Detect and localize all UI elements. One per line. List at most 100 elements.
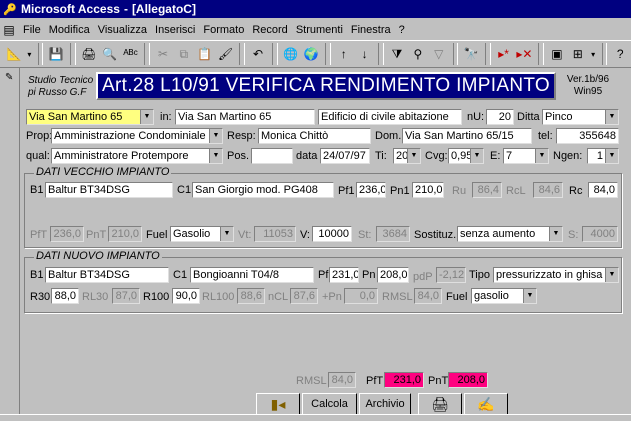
menu-inserisci[interactable]: Inserisci — [155, 24, 195, 36]
new-tipo-combo[interactable]: pressurizzato in ghisa ▼ — [493, 267, 619, 283]
new-record-icon[interactable]: ▸* — [494, 43, 514, 65]
data-field[interactable]: 24/07/97 — [320, 148, 370, 164]
old-b1-field[interactable]: Baltur BT34DSG — [45, 182, 173, 198]
form-icon[interactable]: ▤ — [0, 19, 18, 41]
chevron-down-icon: ▼ — [535, 149, 548, 163]
resp-field[interactable]: Monica Chittò — [258, 128, 371, 144]
delete-record-icon[interactable]: ▸✕ — [515, 43, 535, 65]
new-pdp-label: pdP — [413, 271, 433, 283]
nu-field[interactable]: 20 — [486, 109, 514, 125]
apply-filter-icon[interactable]: ▽ — [429, 43, 449, 65]
old-pn1-field[interactable]: 210,0 — [412, 182, 444, 198]
menu-modifica[interactable]: Modifica — [49, 24, 90, 36]
archivio-button[interactable]: Archivio — [359, 393, 411, 415]
format-painter-icon[interactable]: 🖌 — [216, 43, 236, 65]
menu-strumenti[interactable]: Strumenti — [296, 24, 343, 36]
paste-icon[interactable]: 📋 — [195, 43, 215, 65]
cvg-combo[interactable]: 0,95 ▼ — [448, 148, 484, 164]
new-pdp-field: -2,12 — [436, 267, 466, 283]
chevron-down-icon: ▼ — [549, 227, 562, 241]
ditta-combo[interactable]: Pinco ▼ — [542, 109, 619, 125]
new-c1-field[interactable]: Bongioanni T04/8 — [190, 267, 314, 283]
print-button[interactable]: 🖨 — [418, 393, 462, 415]
new-plant-group — [24, 257, 622, 313]
database-window-icon[interactable]: ▣ — [547, 43, 567, 65]
old-ru-label: Ru — [452, 185, 467, 197]
old-sostituz-combo[interactable]: senza aumento ▼ — [457, 226, 563, 242]
in-field[interactable]: Via San Martino 65 — [175, 109, 315, 125]
chevron-down-icon[interactable]: ▾ — [589, 43, 598, 65]
ti-combo[interactable]: 20 ▼ — [393, 148, 421, 164]
ngen-combo[interactable]: 1 ▼ — [587, 148, 619, 164]
resp-label: Resp: — [227, 130, 256, 142]
spelling-icon[interactable]: ᴬᴮᶜ — [121, 43, 141, 65]
menu-finestra[interactable]: Finestra — [351, 24, 391, 36]
new-tipo-label: Tipo — [469, 269, 490, 281]
chevron-down-icon: ▼ — [470, 149, 483, 163]
qual-combo[interactable]: Amministratore Protempore ▼ — [51, 148, 223, 164]
old-pf1-field[interactable]: 236,0 — [356, 182, 386, 198]
bottom-pft-field: 231,0 — [384, 372, 424, 388]
menu-record[interactable]: Record — [252, 24, 287, 36]
old-v-field[interactable]: 10000 — [312, 226, 352, 242]
in-label: in: — [160, 111, 172, 123]
new-fuel-combo[interactable]: gasolio ▼ — [471, 288, 537, 304]
old-vt-label: Vt: — [238, 229, 252, 241]
old-rcl-field: 84,6 — [533, 182, 563, 198]
address-combo[interactable]: Via San Martino 65 ▼ — [26, 109, 154, 125]
old-rc-field[interactable]: 84,0 — [588, 182, 618, 198]
cut-icon[interactable]: ✂ — [153, 43, 173, 65]
web-toolbar-icon[interactable]: 🌍 — [301, 43, 321, 65]
copy-icon[interactable]: ⧉ — [174, 43, 194, 65]
calcola-button[interactable]: Calcola — [302, 393, 357, 415]
menu-formato[interactable]: Formato — [203, 24, 244, 36]
old-fuel-combo[interactable]: Gasolio ▼ — [170, 226, 234, 242]
report-button[interactable]: ✍ — [464, 393, 508, 415]
studio-label: Studio Tecnico pi Russo G.F — [28, 75, 94, 98]
filter-selection-icon[interactable]: ⧩ — [387, 43, 407, 65]
help-icon[interactable]: ? — [610, 43, 630, 65]
find-icon[interactable]: 🔭 — [461, 43, 481, 65]
prop-combo[interactable]: Amministrazione Condominiale ▼ — [51, 128, 223, 144]
toolbar: 📐 ▾ 💾 🖨 🔍 ᴬᴮᶜ ✂ ⧉ 📋 🖌 ↶ 🌐 🌍 ↑ ↓ ⧩ ⚲ ▽ 🔭 … — [0, 40, 631, 68]
exit-button[interactable]: ▮◂ — [256, 393, 300, 415]
chevron-down-icon: ▼ — [140, 110, 153, 124]
hyperlink-icon[interactable]: 🌐 — [281, 43, 301, 65]
pos-field[interactable] — [251, 148, 293, 164]
ti-label: Ti: — [375, 150, 387, 162]
menu-help[interactable]: ? — [399, 24, 405, 36]
form-title: Art.28 L10/91 VERIFICA RENDIMENTO IMPIAN… — [96, 72, 556, 100]
dom-field[interactable]: Via San Martino 65/15 — [402, 128, 532, 144]
old-st-label: St: — [358, 229, 372, 241]
sort-ascending-icon[interactable]: ↑ — [334, 43, 354, 65]
new-pf-field[interactable]: 231,0 — [329, 267, 359, 283]
print-icon[interactable]: 🖨 — [79, 43, 99, 65]
menu-visualizza[interactable]: Visualizza — [98, 24, 147, 36]
description-field[interactable]: Edificio di civile abitazione — [318, 109, 462, 125]
chevron-down-icon[interactable]: ▾ — [25, 43, 34, 65]
record-selector[interactable]: ✎ — [0, 68, 20, 414]
ngen-label: Ngen: — [553, 150, 583, 162]
menu-file[interactable]: File — [23, 24, 41, 36]
chevron-down-icon: ▼ — [523, 289, 536, 303]
new-object-icon[interactable]: ⊞ — [568, 43, 588, 65]
filter-form-icon[interactable]: ⚲ — [408, 43, 428, 65]
chevron-down-icon: ▼ — [209, 149, 222, 163]
e-combo[interactable]: 7 ▼ — [503, 148, 549, 164]
old-c1-field[interactable]: San Giorgio mod. PG408 — [192, 182, 334, 198]
sort-descending-icon[interactable]: ↓ — [355, 43, 375, 65]
new-r30-field[interactable]: 88,0 — [51, 288, 79, 304]
bottom-pnt-label: PnT — [428, 375, 449, 387]
new-pn-field[interactable]: 208,0 — [377, 267, 409, 283]
undo-icon[interactable]: ↶ — [248, 43, 268, 65]
new-r100-field[interactable]: 90,0 — [172, 288, 200, 304]
tel-field[interactable]: 355648 — [556, 128, 619, 144]
bottom-pnt-field: 208,0 — [448, 372, 488, 388]
design-view-icon[interactable]: 📐 — [4, 43, 24, 65]
print-preview-icon[interactable]: 🔍 — [100, 43, 120, 65]
new-r100-label: R100 — [143, 291, 170, 303]
save-icon[interactable]: 💾 — [46, 43, 66, 65]
new-r30-label: R30 — [30, 291, 51, 303]
new-b1-field[interactable]: Baltur BT34DSG — [45, 267, 169, 283]
chevron-down-icon: ▼ — [605, 268, 618, 282]
